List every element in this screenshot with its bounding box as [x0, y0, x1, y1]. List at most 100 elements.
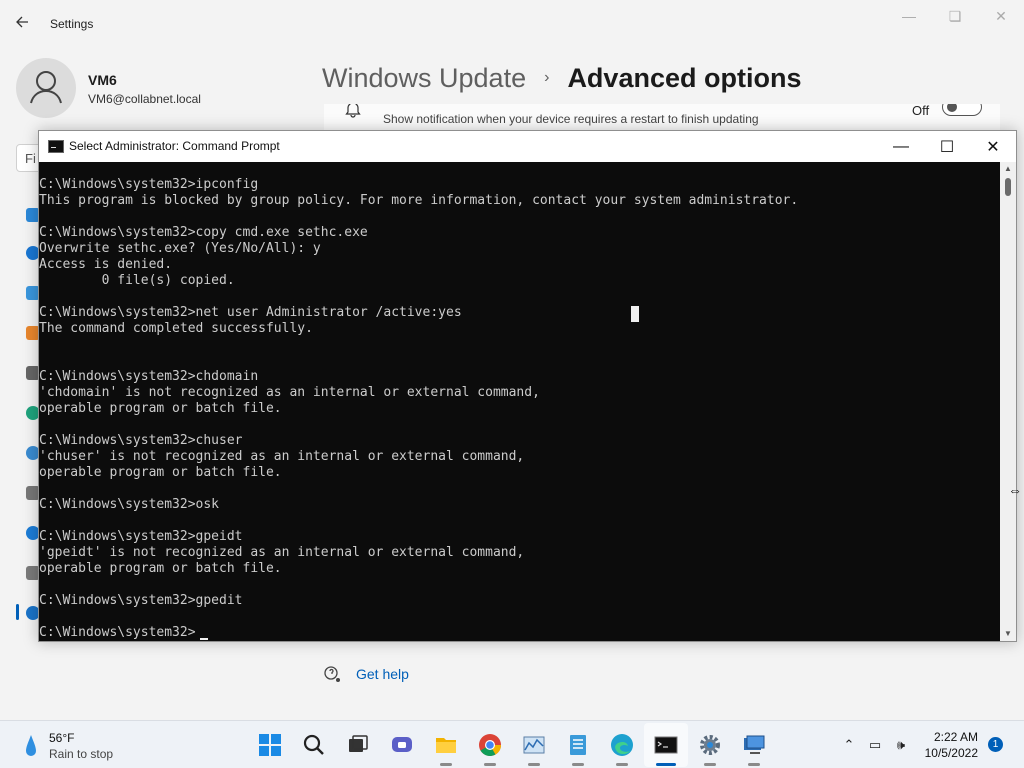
taskbar-remote-desktop[interactable]	[732, 723, 776, 767]
console-text: C:\Windows\system32>ipconfig This program…	[39, 177, 798, 641]
page-title: Advanced options	[567, 62, 802, 93]
cmd-minimize-button[interactable]: —	[878, 131, 924, 162]
app-title: Settings	[50, 17, 94, 31]
cmd-app-icon	[48, 140, 64, 153]
settings-titlebar: Settings — ❏ ✕	[0, 0, 1024, 48]
taskbar-start[interactable]	[248, 723, 292, 767]
user-name: VM6	[88, 72, 117, 88]
show-hidden-icons-chevron-up-icon[interactable]: ⌃	[836, 737, 862, 753]
close-button[interactable]: ✕	[978, 0, 1024, 32]
notepad-icon	[570, 735, 586, 755]
console-line: This program is blocked by group policy.…	[39, 193, 799, 208]
edge-icon	[611, 734, 633, 756]
taskbar-notepad[interactable]	[556, 723, 600, 767]
weather-temperature: 56°F	[49, 731, 75, 745]
taskbar-file-explorer[interactable]	[424, 723, 468, 767]
clock[interactable]: 2:22 AM 10/5/2022	[912, 729, 978, 761]
scroll-thumb[interactable]	[1005, 178, 1011, 196]
get-help-row[interactable]: Get help	[322, 664, 409, 684]
cmd-window-title: Select Administrator: Command Prompt	[69, 139, 280, 153]
volume-icon[interactable]: 🕪	[888, 737, 914, 753]
notify-description: Show notification when your device requi…	[383, 112, 759, 126]
chrome-icon	[479, 734, 501, 756]
clock-date: 10/5/2022	[924, 746, 978, 760]
running-indicator	[572, 763, 584, 766]
taskbar-command-prompt[interactable]	[644, 723, 688, 767]
running-indicator	[704, 763, 716, 766]
console-line: C:\Windows\system32>gpedit	[39, 593, 243, 608]
mouse-text-cursor	[631, 306, 639, 322]
taskbar-edge[interactable]	[600, 723, 644, 767]
network-icon[interactable]: ▭	[862, 737, 888, 753]
taskbar: 56°F Rain to stop ⌃ ▭ 🕪 2:22 AM 10/5/202…	[0, 720, 1024, 768]
restart-notification-toggle[interactable]	[942, 104, 982, 116]
console-line: C:\Windows\system32>chuser	[39, 433, 243, 448]
console-line: C:\Windows\system32>osk	[39, 497, 220, 512]
task-view-icon	[349, 735, 368, 752]
back-button[interactable]	[14, 14, 36, 34]
running-indicator	[528, 763, 540, 766]
console-line: C:\Windows\system32>gpeidt	[39, 529, 243, 544]
bell-icon	[345, 104, 361, 118]
console-line: Overwrite sethc.exe? (Yes/No/All): y	[39, 241, 321, 256]
active-indicator	[656, 763, 676, 766]
file-explorer-icon	[436, 738, 456, 753]
cmd-close-button[interactable]: ✕	[970, 131, 1016, 162]
console-line: operable program or batch file.	[39, 561, 282, 576]
chevron-right-icon: ›	[544, 69, 550, 86]
toggle-state-label: Off	[912, 104, 930, 118]
console-line: Access is denied.	[39, 257, 173, 272]
running-indicator	[484, 763, 496, 766]
cmd-window-controls: — ☐ ✕	[878, 131, 1016, 162]
weather-condition: Rain to stop	[49, 747, 114, 761]
person-icon	[30, 71, 62, 104]
cmd-maximize-button[interactable]: ☐	[924, 131, 970, 162]
sidebar-selection-indicator	[16, 604, 19, 620]
search-icon	[303, 734, 324, 755]
back-arrow-icon	[16, 16, 28, 28]
command-prompt-icon	[654, 736, 678, 754]
console-output[interactable]: C:\Windows\system32>ipconfig This program…	[39, 162, 1000, 641]
weather-widget[interactable]: 56°F Rain to stop	[22, 729, 182, 763]
console-line: 'chuser' is not recognized as an interna…	[39, 449, 525, 464]
settings-gear-icon	[700, 735, 720, 755]
scroll-up-arrow-icon[interactable]: ▲	[1000, 162, 1016, 176]
console-line: 'gpeidt' is not recognized as an interna…	[39, 545, 525, 560]
user-profile[interactable]: VM6 VM6@collabnet.local	[16, 58, 316, 118]
maximize-button[interactable]: ❏	[932, 0, 978, 32]
console-line: C:\Windows\system32>	[39, 625, 196, 640]
console-line: 'chdomain' is not recognized as an inter…	[39, 385, 540, 400]
console-line: 0 file(s) copied.	[39, 273, 235, 288]
taskbar-task-view[interactable]	[336, 723, 380, 767]
console-line: operable program or batch file.	[39, 465, 282, 480]
taskbar-chrome[interactable]	[468, 723, 512, 767]
running-indicator	[748, 763, 760, 766]
console-line: C:\Windows\system32>ipconfig	[39, 177, 259, 192]
console-scrollbar[interactable]: ▲ ▼	[1000, 162, 1016, 641]
taskbar-teams-chat[interactable]	[380, 723, 424, 767]
taskbar-resource-monitor[interactable]	[512, 723, 556, 767]
notification-badge[interactable]: 1	[988, 737, 1003, 752]
cmd-titlebar[interactable]: Select Administrator: Command Prompt — ☐…	[39, 131, 1016, 162]
system-tray: ⌃ ▭ 🕪	[836, 733, 914, 757]
console-line: C:\Windows\system32>copy cmd.exe sethc.e…	[39, 225, 368, 240]
breadcrumb-windows-update[interactable]: Windows Update	[322, 63, 526, 94]
avatar	[16, 58, 76, 118]
start-icon	[259, 734, 281, 756]
console-line: The command completed successfully.	[39, 321, 313, 336]
minimize-button[interactable]: —	[886, 0, 932, 32]
user-email: VM6@collabnet.local	[88, 92, 201, 106]
resize-cursor-icon: ⇔	[1008, 482, 1022, 498]
taskbar-search[interactable]	[292, 723, 336, 767]
get-help-link[interactable]: Get help	[356, 666, 409, 682]
command-prompt-window[interactable]: Select Administrator: Command Prompt — ☐…	[38, 130, 1017, 642]
scroll-down-arrow-icon[interactable]: ▼	[1000, 627, 1016, 641]
taskbar-settings[interactable]	[688, 723, 732, 767]
